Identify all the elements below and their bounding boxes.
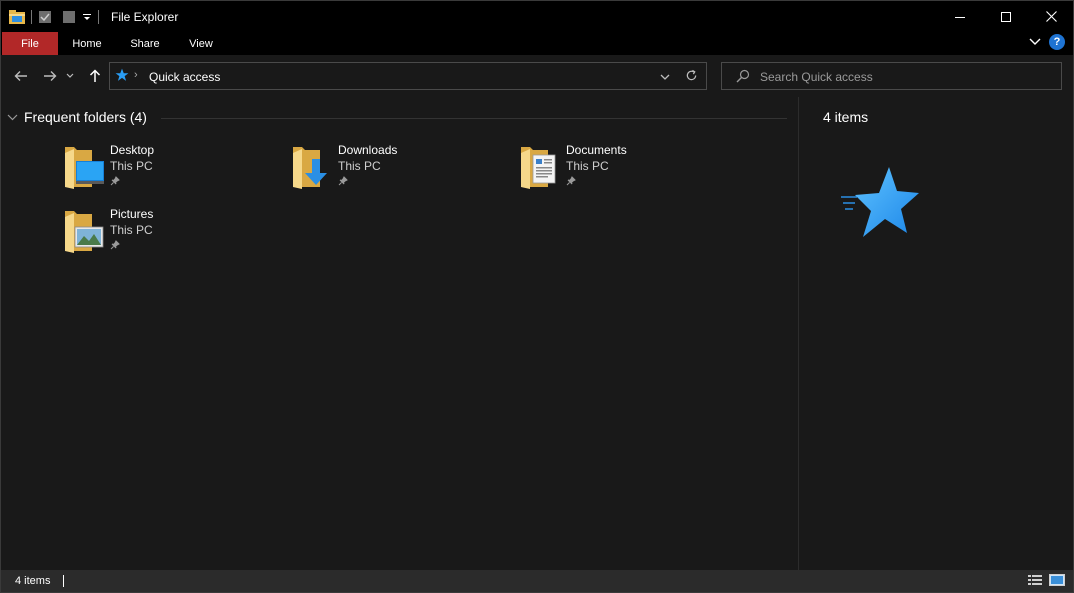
details-pane: 4 items <box>798 97 1073 570</box>
folder-name: Downloads <box>338 143 398 157</box>
customize-toolbar-icon[interactable] <box>82 8 92 26</box>
window-title: File Explorer <box>111 10 179 24</box>
file-explorer-window: File Explorer File Home Share View ? › Q… <box>0 0 1074 593</box>
folder-tile-documents[interactable]: Documents This PC <box>520 143 740 199</box>
chevron-down-icon <box>7 114 18 120</box>
folder-location: This PC <box>566 159 609 173</box>
folder-tile-downloads[interactable]: Downloads This PC <box>292 143 512 199</box>
maximize-icon <box>1001 11 1011 22</box>
view-switcher <box>1027 574 1065 589</box>
breadcrumb-quick-access[interactable]: Quick access <box>149 70 220 84</box>
status-item-count: 4 items <box>15 575 51 587</box>
large-icons-view-icon <box>1049 574 1065 586</box>
help-button[interactable]: ? <box>1049 34 1065 50</box>
group-divider <box>161 118 787 119</box>
folder-name: Desktop <box>110 143 155 157</box>
downloads-folder-icon <box>293 147 327 189</box>
pin-icon <box>110 239 120 253</box>
refresh-button[interactable] <box>685 69 698 85</box>
arrow-left-icon <box>14 71 27 81</box>
ribbon-right-controls: ? <box>1029 34 1065 50</box>
minimize-icon <box>955 16 965 18</box>
desktop-folder-icon <box>65 147 104 189</box>
documents-folder-icon <box>521 147 556 189</box>
minimize-button[interactable] <box>937 1 983 32</box>
group-header-label: Frequent folders (4) <box>24 109 147 125</box>
expand-ribbon-button[interactable] <box>1029 35 1041 49</box>
large-icons-view-button[interactable] <box>1049 574 1065 589</box>
properties-icon[interactable] <box>38 8 52 26</box>
address-bar[interactable]: › Quick access <box>109 62 707 90</box>
new-folder-icon[interactable] <box>62 8 76 26</box>
recent-locations-button[interactable] <box>63 65 77 87</box>
navigation-bar: › Quick access <box>1 55 1073 97</box>
details-view-icon <box>1027 574 1043 586</box>
maximize-button[interactable] <box>983 1 1029 32</box>
explorer-app-icon[interactable] <box>9 8 25 26</box>
pin-icon <box>566 175 576 189</box>
ribbon: File Home Share View ? <box>1 32 1073 55</box>
search-box[interactable] <box>721 62 1062 90</box>
folder-name: Pictures <box>110 207 154 221</box>
tab-home[interactable]: Home <box>59 32 115 55</box>
folder-location: This PC <box>110 159 153 173</box>
frequent-folders-group-header[interactable]: Frequent folders (4) <box>7 109 147 125</box>
folder-location: This PC <box>338 159 381 173</box>
back-button[interactable] <box>10 65 32 87</box>
search-icon <box>736 69 750 86</box>
breadcrumb-chevron-icon[interactable]: › <box>134 69 138 81</box>
folder-location: This PC <box>110 223 153 237</box>
address-dropdown-button[interactable] <box>660 70 670 84</box>
forward-button[interactable] <box>39 65 61 87</box>
details-view-button[interactable] <box>1027 574 1043 589</box>
search-input[interactable] <box>760 68 1050 85</box>
quick-access-star-icon <box>115 68 129 85</box>
close-icon <box>1045 11 1057 22</box>
folder-name: Documents <box>566 143 627 157</box>
pin-icon <box>338 175 348 189</box>
close-button[interactable] <box>1028 1 1074 32</box>
folder-tile-pictures[interactable]: Pictures This PC <box>64 207 284 263</box>
title-bar: File Explorer <box>1 1 1073 32</box>
up-button[interactable] <box>84 65 106 87</box>
pictures-folder-icon <box>65 211 104 253</box>
status-separator <box>63 575 64 587</box>
chevron-down-icon <box>660 74 670 80</box>
content-pane: Frequent folders (4) Desktop This PC Dow… <box>1 97 797 570</box>
tab-share[interactable]: Share <box>117 32 173 55</box>
chevron-down-icon <box>1029 38 1041 45</box>
status-bar: 4 items <box>1 570 1073 592</box>
refresh-icon <box>686 69 697 81</box>
tab-view[interactable]: View <box>173 32 229 55</box>
arrow-right-icon <box>44 71 57 81</box>
pin-icon <box>110 175 120 189</box>
tab-file[interactable]: File <box>2 32 58 55</box>
arrow-up-icon <box>89 69 101 82</box>
details-item-count: 4 items <box>823 109 869 125</box>
quick-access-toolbar <box>9 8 105 26</box>
folder-tile-desktop[interactable]: Desktop This PC <box>64 143 284 199</box>
chevron-down-icon <box>66 73 74 78</box>
quick-access-star-icon <box>841 167 919 237</box>
